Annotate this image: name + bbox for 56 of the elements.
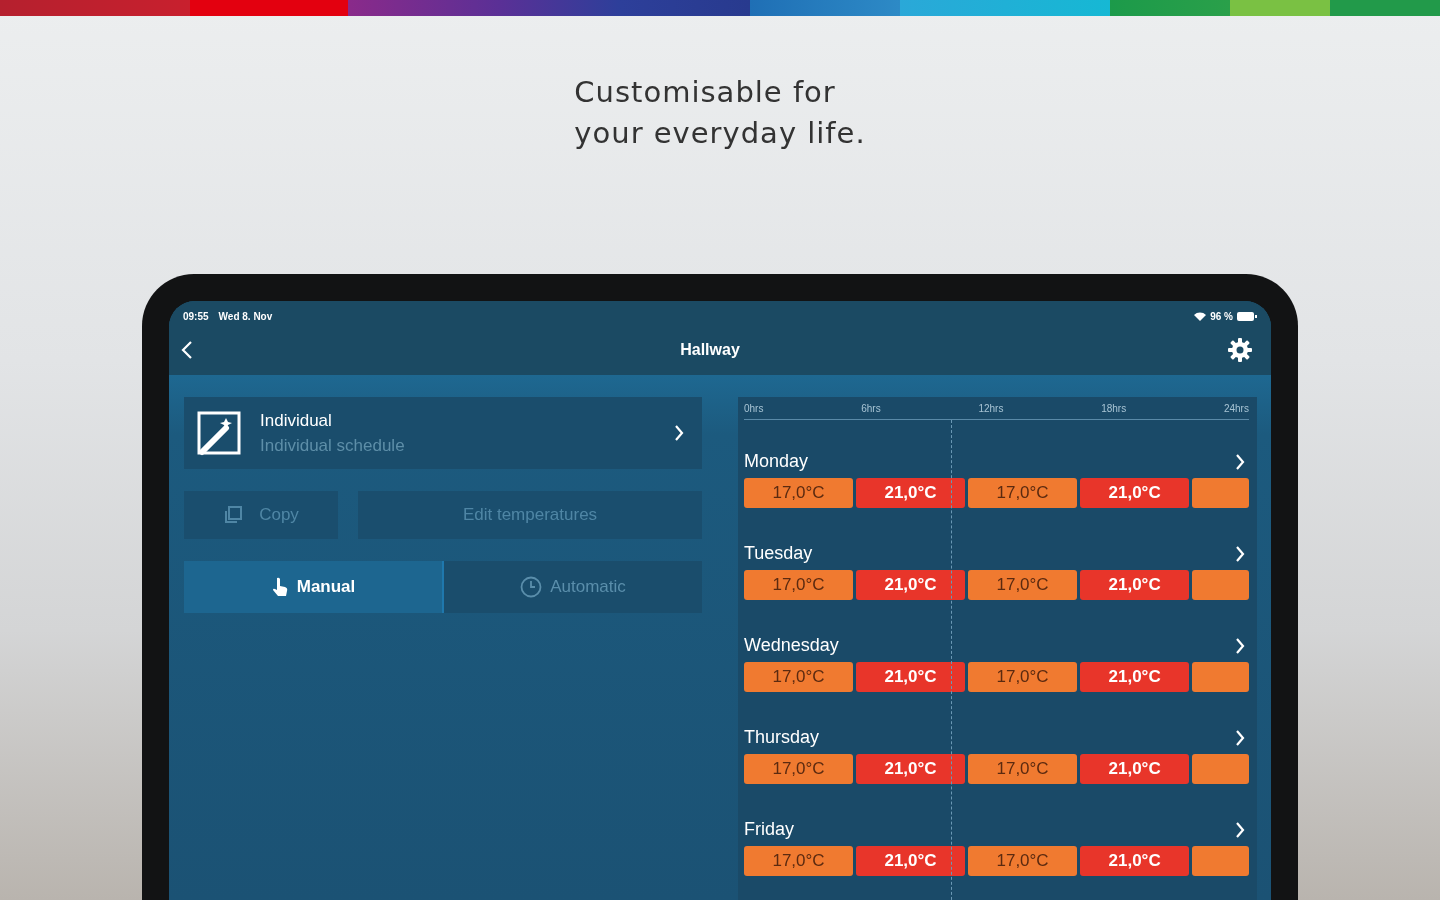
temperature-segment[interactable]: 17,0°C <box>968 570 1078 600</box>
temperature-segment[interactable]: 21,0°C <box>1080 754 1190 784</box>
axis-tick-label: 18hrs <box>1101 403 1127 414</box>
temperature-segment[interactable]: 21,0°C <box>1080 662 1190 692</box>
temperature-segment[interactable]: 17,0°C <box>968 662 1078 692</box>
profile-card[interactable]: Individual Individual schedule <box>184 397 702 469</box>
battery-percent: 96 % <box>1210 310 1233 322</box>
back-icon <box>181 340 193 360</box>
chevron-right-icon <box>1235 636 1245 655</box>
temperature-segment[interactable]: 17,0°C <box>968 478 1078 508</box>
settings-icon <box>1227 337 1253 363</box>
temperature-segment[interactable]: 17,0°C <box>744 570 854 600</box>
chevron-right-icon <box>1235 544 1245 563</box>
headline-text: your everyday life. <box>574 115 866 152</box>
chevron-right-icon <box>1235 452 1245 471</box>
temperature-segment[interactable]: 17,0°C <box>744 478 854 508</box>
day-label: Wednesday <box>744 635 839 656</box>
day-label: Tuesday <box>744 543 813 564</box>
temperature-segment[interactable]: 21,0°C <box>1080 478 1190 508</box>
axis-tick-label: 0hrs <box>744 403 764 414</box>
clock-icon <box>520 576 543 598</box>
axis-tick-label: 12hrs <box>978 403 1004 414</box>
chevron-right-icon <box>1235 820 1245 839</box>
temperature-segment[interactable]: 17,0°C <box>744 662 854 692</box>
temperature-segment[interactable]: 17,0°C <box>968 754 1078 784</box>
temperature-segment[interactable]: 17,0°C <box>744 846 854 876</box>
temperature-segment[interactable]: 21,0°C <box>1080 846 1190 876</box>
settings-button[interactable] <box>1225 335 1255 365</box>
chevron-right-icon <box>1235 728 1245 747</box>
profile-title: Individual <box>260 410 333 431</box>
copy-icon <box>223 505 244 525</box>
axis-tick-label: 24hrs <box>1223 403 1249 414</box>
profile-subtitle: Individual schedule <box>260 435 406 456</box>
temperature-segment[interactable]: 21,0°C <box>1080 570 1190 600</box>
headline-text: Customisable for <box>574 74 836 111</box>
temperature-segment[interactable]: 21,0°C <box>856 662 966 692</box>
status-time: 09:55 <box>183 310 209 322</box>
status-date: Wed 8. Nov <box>218 310 273 322</box>
temperature-segment[interactable]: 21,0°C <box>856 754 966 784</box>
battery-icon <box>1237 311 1257 321</box>
temperature-segment[interactable]: 17,0°C <box>744 754 854 784</box>
temperature-segment[interactable]: 21,0°C <box>856 478 966 508</box>
axis-tick-label: 6hrs <box>861 403 881 414</box>
temperature-segment[interactable]: 17,0°C <box>968 846 1078 876</box>
hand-pointer-icon <box>270 576 289 598</box>
temperature-segment[interactable]: 21,0°C <box>856 570 966 600</box>
wifi-icon <box>1194 311 1207 321</box>
mode-tab[interactable]: Automatic <box>444 561 702 613</box>
temperature-segment[interactable]: 21,0°C <box>856 846 966 876</box>
chevron-right-icon <box>674 424 684 442</box>
day-label: Friday <box>744 819 794 840</box>
magic-wand-icon <box>196 410 242 456</box>
day-label: Thursday <box>744 727 820 748</box>
screen-title: Hallway <box>680 341 740 359</box>
day-label: Monday <box>744 451 809 472</box>
mode-tab[interactable]: Manual <box>184 561 444 613</box>
